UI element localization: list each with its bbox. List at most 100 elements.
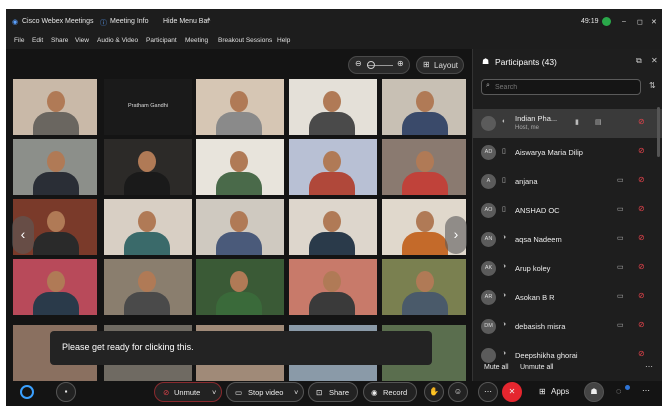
scrollbar[interactable] — [657, 107, 660, 157]
minimize-icon[interactable]: – — [622, 18, 626, 25]
video-tile[interactable] — [13, 259, 97, 315]
video-tile[interactable] — [196, 259, 284, 315]
participants-button[interactable]: ☗ — [584, 382, 604, 402]
mute-all-button[interactable]: Mute all — [484, 364, 509, 371]
close-panel-icon[interactable]: ✕ — [651, 56, 658, 65]
reactions-button[interactable]: ☺ — [448, 382, 468, 402]
participant-body — [124, 292, 170, 315]
video-tile[interactable] — [196, 79, 284, 135]
mic-muted-icon[interactable]: ⊘ — [638, 175, 645, 184]
participant-body — [124, 232, 170, 255]
video-tile[interactable] — [382, 259, 466, 315]
video-tile[interactable]: Pratham Gandhi — [104, 79, 192, 135]
mic-muted-icon[interactable]: ⊘ — [638, 262, 645, 271]
close-icon[interactable]: ✕ — [651, 18, 657, 26]
more-options-icon[interactable]: ⋯ — [645, 362, 653, 371]
chevron-down-icon[interactable]: ˅ — [212, 388, 216, 397]
video-tile[interactable] — [104, 139, 192, 195]
participant-row[interactable]: ◐ Indian Pha... Host, me ▮ ▤ ⊘ — [473, 109, 662, 138]
layout-grid-icon: ⊞ — [423, 60, 430, 69]
video-tile[interactable] — [382, 79, 466, 135]
menu-help[interactable]: Help — [277, 37, 290, 44]
menu-file[interactable]: File — [14, 37, 24, 44]
video-tile[interactable] — [104, 259, 192, 315]
video-tile[interactable] — [13, 139, 97, 195]
mic-muted-icon[interactable]: ⊘ — [638, 349, 645, 358]
prev-page-arrow[interactable]: ‹ — [12, 216, 34, 254]
avatar: AN — [481, 232, 496, 247]
unmute-button[interactable]: ⊘ Unmute ˅ — [154, 382, 222, 402]
stop-video-button[interactable]: ▭ Stop video ˅ — [226, 382, 304, 402]
zoom-control[interactable]: ⊖ ⊕ — [348, 56, 410, 74]
menu-share[interactable]: Share — [51, 37, 68, 44]
zoom-slider-handle[interactable] — [367, 61, 375, 69]
participant-row[interactable]: AR ◑ Asokan B R ▭ ⊘ — [473, 283, 662, 311]
zoom-in-icon[interactable]: ⊕ — [397, 59, 404, 68]
next-page-arrow[interactable]: › — [445, 216, 467, 254]
record-button[interactable]: ◉ Record — [363, 382, 417, 402]
chevron-left-icon: ‹ — [20, 226, 26, 242]
sort-icon[interactable]: ⇅ — [649, 81, 656, 90]
mic-muted-icon[interactable]: ⊘ — [638, 117, 645, 126]
participant-head — [138, 271, 156, 292]
hide-menu-bar-button[interactable]: Hide Menu Bar — [163, 18, 210, 25]
chat-icon[interactable]: ◌ — [616, 386, 621, 396]
avatar — [481, 116, 496, 131]
chat-bubble-button[interactable]: ▪ — [56, 382, 76, 402]
layout-button[interactable]: ⊞ Layout — [416, 56, 464, 74]
menu-edit[interactable]: Edit — [32, 37, 43, 44]
popout-icon[interactable]: ⧉ — [636, 56, 642, 66]
mic-muted-icon: ⊘ — [163, 388, 170, 397]
participant-row[interactable]: AO ▯ ANSHAD OC ▭ ⊘ — [473, 196, 662, 224]
end-call-button[interactable]: ✕ — [502, 382, 522, 402]
participant-head — [323, 211, 341, 232]
menu-breakout-sessions[interactable]: Breakout Sessions — [218, 37, 272, 44]
more-options-icon[interactable]: ⋯ — [642, 386, 650, 395]
avatar: AD — [481, 145, 496, 160]
video-tile[interactable] — [289, 259, 377, 315]
chevron-up-icon[interactable]: ^ — [207, 18, 210, 25]
participants-panel: ☗ Participants (43) ⧉ ✕ ⌕ ⇅ ◐ Indian Pha.… — [472, 49, 662, 381]
menu-view[interactable]: View — [75, 37, 89, 44]
participant-row[interactable]: AN ◑ aqsa Nadeem ▭ ⊘ — [473, 225, 662, 253]
video-tile[interactable] — [289, 139, 377, 195]
mic-muted-icon[interactable]: ⊘ — [638, 233, 645, 242]
menu-participant[interactable]: Participant — [146, 37, 177, 44]
video-tile[interactable] — [289, 79, 377, 135]
mic-muted-icon[interactable]: ⊘ — [638, 204, 645, 213]
webex-assistant-icon[interactable] — [20, 385, 34, 399]
video-tile[interactable] — [382, 139, 466, 195]
video-tile[interactable] — [13, 79, 97, 135]
unmute-all-button[interactable]: Unmute all — [520, 364, 553, 371]
share-label: Share — [329, 388, 350, 397]
participant-row[interactable]: AK ◑ Arup koley ▭ ⊘ — [473, 254, 662, 282]
more-button[interactable]: ⋯ — [478, 382, 498, 402]
participant-row[interactable]: AD ▯ Aiswarya Maria Dilip ⊘ — [473, 138, 662, 166]
meeting-info-button[interactable]: Meeting Info — [110, 18, 149, 25]
mic-muted-icon[interactable]: ⊘ — [638, 146, 645, 155]
camera-icon: ▭ — [617, 206, 624, 213]
search-field[interactable]: ⌕ — [481, 79, 641, 95]
raise-hand-button[interactable]: ✋ — [424, 382, 444, 402]
participant-head — [230, 271, 248, 292]
share-icon: ⊡ — [316, 388, 323, 397]
mic-muted-icon[interactable]: ⊘ — [638, 291, 645, 300]
video-tile[interactable] — [104, 199, 192, 255]
video-tile[interactable] — [196, 139, 284, 195]
participant-row[interactable]: DM ◑ debasish misra ▭ ⊘ — [473, 312, 662, 340]
video-tile[interactable] — [196, 199, 284, 255]
zoom-out-icon[interactable]: ⊖ — [355, 59, 362, 68]
participant-body — [309, 172, 355, 195]
apps-icon[interactable]: ⊞ — [539, 387, 546, 396]
chevron-down-icon[interactable]: ˅ — [294, 388, 298, 397]
share-button[interactable]: ⊡ Share — [308, 382, 358, 402]
apps-button[interactable]: Apps — [551, 387, 569, 396]
maximize-icon[interactable]: ◻ — [637, 18, 643, 26]
device-icon: ▯ — [502, 148, 506, 155]
mic-muted-icon[interactable]: ⊘ — [638, 320, 645, 329]
video-tile[interactable] — [289, 199, 377, 255]
search-input[interactable] — [495, 82, 635, 92]
menu-meeting[interactable]: Meeting — [185, 37, 208, 44]
participant-row[interactable]: A ▯ anjana ▭ ⊘ — [473, 167, 662, 195]
menu-audio-video[interactable]: Audio & Video — [97, 37, 138, 44]
